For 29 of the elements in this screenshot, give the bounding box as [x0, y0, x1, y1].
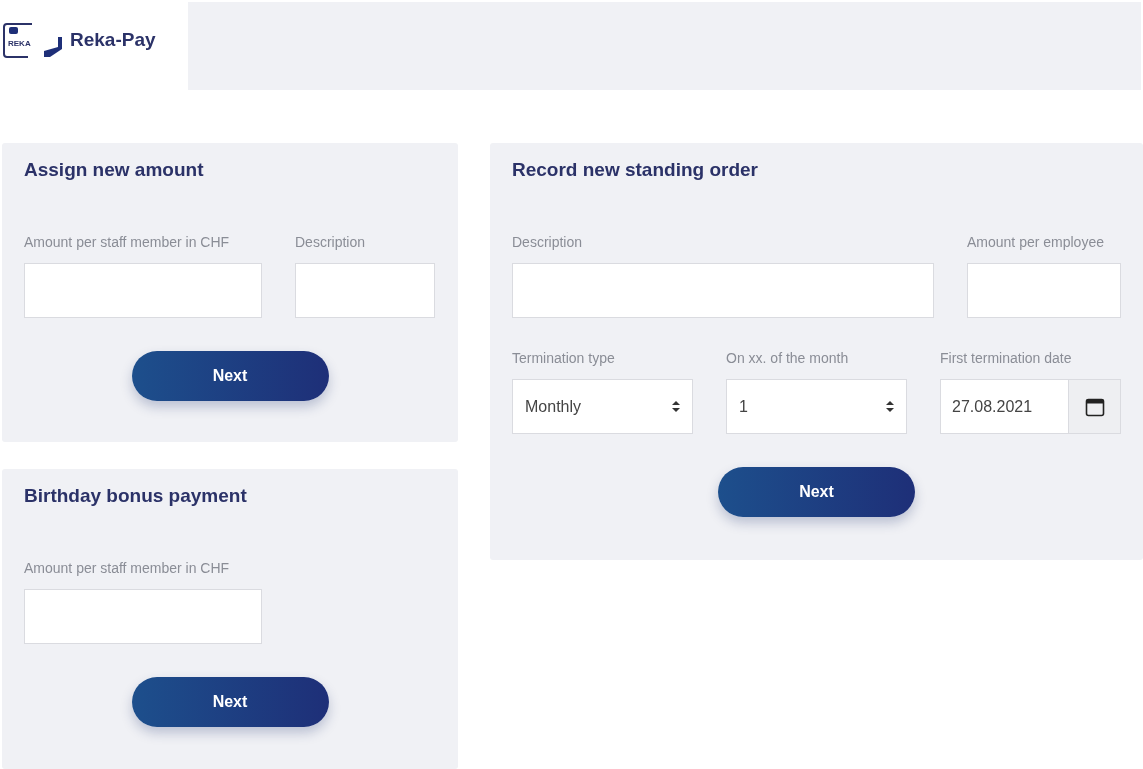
select-field[interactable]: 1 — [726, 379, 907, 434]
field-label: Description — [295, 234, 367, 250]
brand-name: Reka-Pay — [70, 29, 156, 51]
field-label: Termination type — [512, 350, 616, 366]
card-title: Birthday bonus payment — [24, 485, 248, 507]
field-label: Description — [512, 234, 584, 250]
field-label: Amount per employee — [967, 234, 1105, 250]
input-field[interactable] — [24, 589, 262, 644]
input-field[interactable] — [295, 263, 435, 318]
field-label: On xx. of the month — [726, 350, 850, 366]
next-button[interactable]: Next — [131, 351, 329, 401]
select-field[interactable]: Monthly — [512, 379, 693, 434]
sort-arrows-icon — [886, 401, 894, 412]
next-button[interactable]: Next — [131, 677, 329, 727]
calendar-button[interactable] — [1068, 380, 1120, 433]
card-title: Record new standing order — [512, 159, 759, 181]
input-field[interactable] — [512, 263, 934, 318]
card-logo-icon — [2, 21, 64, 59]
field-label: Amount per staff member in CHF — [24, 234, 231, 250]
field-label: Amount per staff member in CHF — [24, 560, 231, 576]
card-title: Assign new amount — [24, 159, 205, 181]
logo-card-text: REKA — [8, 39, 31, 48]
sort-arrows-icon — [672, 401, 680, 412]
next-button[interactable]: Next — [718, 467, 915, 517]
input-field[interactable] — [967, 263, 1121, 318]
date-field[interactable]: 27.08.2021 — [940, 379, 1121, 434]
field-label: First termination date — [940, 350, 1073, 366]
input-field[interactable] — [24, 263, 262, 318]
calendar-icon — [1084, 396, 1105, 417]
